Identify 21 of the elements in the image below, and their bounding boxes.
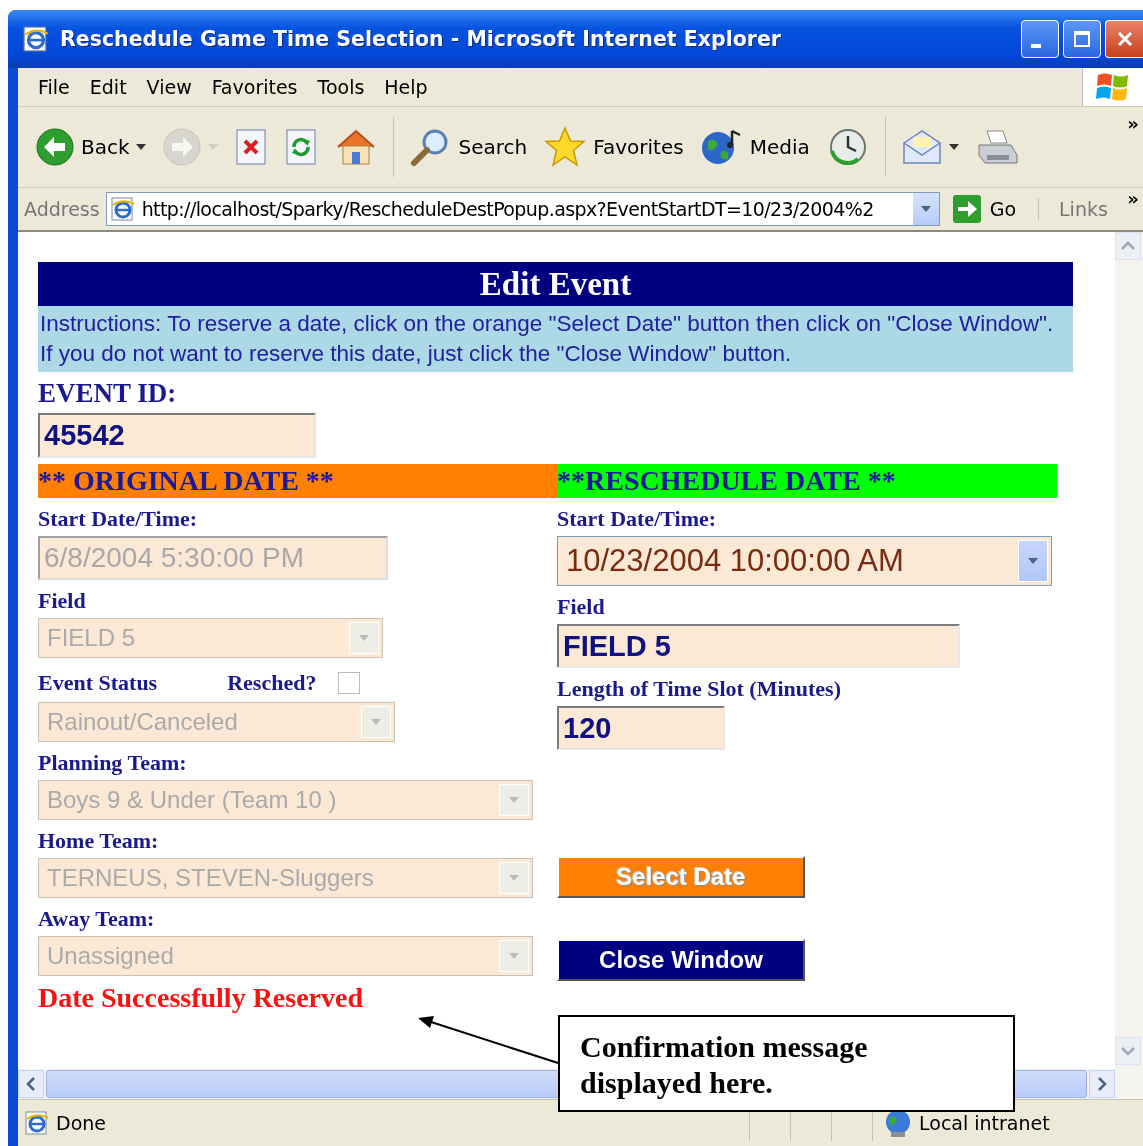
section-heading: **RESCHEDULE DATE ** [557, 464, 1057, 498]
field-label: Planning Team: [38, 750, 188, 776]
field-label: Field [38, 588, 87, 614]
callout-text: Confirmation message displayed here. [580, 1029, 869, 1101]
success-message: Date Successfully Reserved [38, 982, 365, 1014]
address-label: Address [24, 198, 100, 220]
field-label: Start Date/Time: [38, 506, 199, 532]
field-label: Home Team: [38, 828, 160, 854]
field-label: Field [557, 594, 606, 620]
field-label: Away Team: [38, 906, 156, 932]
page-title: Edit Event [38, 262, 1073, 306]
checkbox-label: Resched? [227, 670, 317, 696]
field-label: Event Status [38, 670, 158, 696]
instructions-text: Instructions: To reserve a date, click on the orange "Select Date" button then click on "Close Window". If you do not want to reserve this date, just click the "Close Window" button. [38, 306, 1073, 372]
zone-text: Local intranet [919, 1112, 1050, 1134]
section-heading: ** ORIGINAL DATE ** [38, 464, 557, 498]
status-text: Done [56, 1112, 106, 1134]
window-title: Reschedule Game Time Selection - Microsoft Internet Explorer [60, 27, 782, 51]
field-label: EVENT ID: [38, 378, 178, 409]
field-label: Start Date/Time: [557, 506, 718, 532]
field-label: Length of Time Slot (Minutes) [557, 676, 842, 702]
